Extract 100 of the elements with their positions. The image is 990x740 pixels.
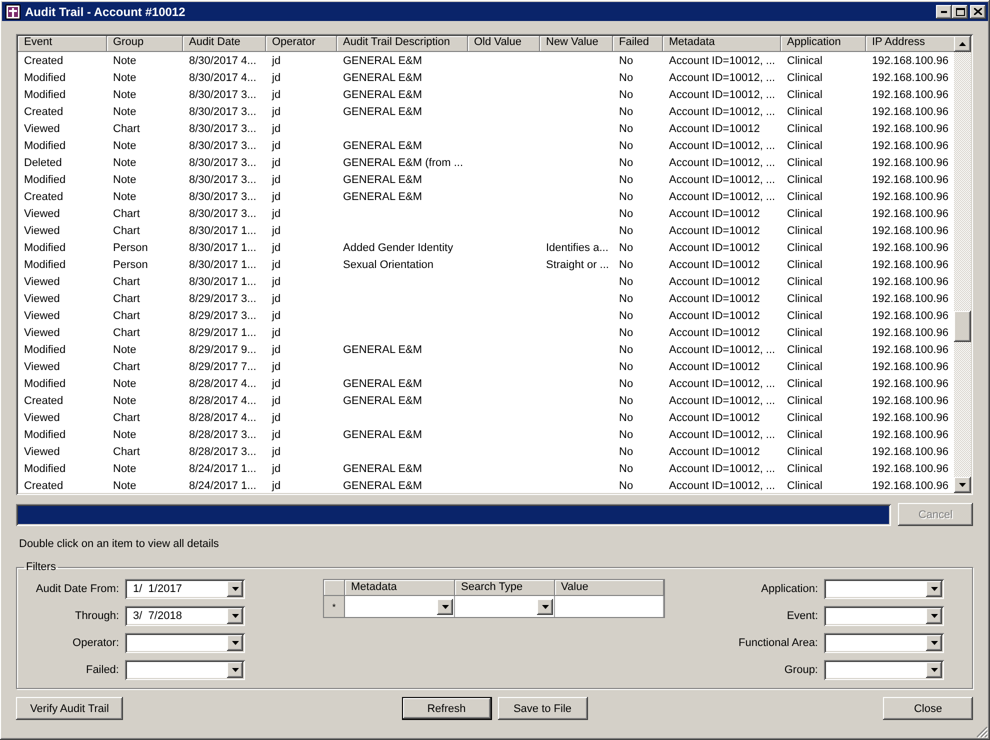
table-cell-text: 192.168.100.96 (871, 480, 948, 492)
table-cell-text: GENERAL E&M (342, 72, 422, 84)
table-cell-text: Chart (112, 122, 140, 134)
dropdown-field[interactable]: 1/ 1/2017 (125, 579, 245, 599)
table-cell-text: Account ID=10012, ... (668, 378, 776, 390)
table-cell-text: Chart (112, 292, 140, 304)
action-button[interactable]: Verify Audit Trail (16, 697, 123, 720)
table-cell-text: 192.168.100.96 (871, 446, 948, 458)
field-label: Application: (761, 583, 818, 595)
column-header[interactable]: IP Address (866, 36, 954, 52)
table-cell-text: Account ID=10012 (668, 224, 760, 236)
column-header[interactable]: Application (781, 36, 866, 52)
dropdown-field[interactable] (125, 660, 245, 680)
dropdown-button[interactable] (437, 598, 453, 614)
table-cell-text: No (618, 224, 634, 236)
dropdown-field[interactable] (824, 606, 944, 626)
dropdown-field[interactable] (824, 633, 944, 653)
table-cell-text: jd (270, 394, 281, 406)
table-cell-text: Modified (23, 140, 66, 152)
table-cell-text: Chart (112, 276, 140, 288)
dropdown-field[interactable] (824, 660, 944, 680)
column-header[interactable]: New Value (540, 36, 613, 52)
table-cell-text: Account ID=10012 (668, 310, 760, 322)
table-cell-text: Sexual Orientation (342, 258, 434, 270)
table-cell-text: Clinical (786, 242, 822, 254)
table-cell-text: No (618, 140, 634, 152)
table-cell-text: GENERAL E&M (from ... (342, 156, 464, 168)
table-cell-text: jd (270, 224, 281, 236)
column-header[interactable]: Operator (266, 36, 337, 52)
table-cell-text: 8/30/2017 3... (188, 156, 256, 168)
table-cell-text: 192.168.100.96 (871, 156, 948, 168)
dropdown-field[interactable] (125, 633, 245, 653)
column-header[interactable]: Audit Date (183, 36, 266, 52)
table-cell-text: Modified (23, 428, 66, 440)
table-cell-text: jd (270, 446, 281, 458)
table-cell-text: Account ID=10012 (668, 326, 760, 338)
column-header[interactable]: Group (107, 36, 183, 52)
cross-icon (5, 4, 21, 20)
action-button[interactable]: Refresh (402, 697, 492, 720)
column-header[interactable]: Old Value (468, 36, 540, 52)
table-cell-text: 192.168.100.96 (871, 88, 948, 100)
new-row-marker: * (324, 596, 345, 617)
table-cell-text: jd (270, 106, 281, 118)
table-cell-text: Clinical (786, 72, 822, 84)
minimize-icon (941, 10, 947, 12)
table-cell-text: Identifies a... (545, 242, 608, 254)
scroll-up-button[interactable] (954, 36, 971, 52)
table-cell-text: Viewed (23, 224, 60, 236)
table-cell-text: 192.168.100.96 (871, 208, 948, 220)
field-label: Event: (786, 610, 818, 622)
action-button[interactable]: Save to File (498, 697, 588, 720)
dropdown-field[interactable] (824, 579, 944, 599)
table-cell-text: 192.168.100.96 (871, 344, 948, 356)
minimize-button[interactable] (936, 4, 952, 18)
table-cell-text: GENERAL E&M (342, 428, 422, 440)
column-header[interactable]: Metadata (663, 36, 781, 52)
table-cell-text: Deleted (23, 156, 62, 168)
table-cell-text: Viewed (23, 412, 60, 424)
table-cell-text: Account ID=10012, ... (668, 174, 776, 186)
table-cell-text: 8/30/2017 3... (188, 106, 256, 118)
table-cell-text: 8/29/2017 3... (188, 292, 256, 304)
table-cell-text: 8/28/2017 4... (188, 394, 256, 406)
table-cell-text: Account ID=10012, ... (668, 428, 776, 440)
table-cell-text: 192.168.100.96 (871, 310, 948, 322)
table-cell-text: GENERAL E&M (342, 344, 422, 356)
scrollbar-thumb[interactable] (954, 311, 971, 342)
caret-icon (542, 604, 548, 608)
table-cell-text: GENERAL E&M (342, 480, 422, 492)
table-cell-text: Created (23, 394, 64, 406)
table-cell-text: Account ID=10012, ... (668, 88, 776, 100)
dropdown-button[interactable] (537, 598, 553, 614)
table-cell-text: Person (112, 258, 148, 270)
column-header[interactable]: Value (555, 580, 664, 596)
scroll-down-button[interactable] (954, 477, 971, 493)
caret-icon (232, 641, 238, 645)
column-header[interactable]: Search Type (455, 580, 555, 596)
column-header[interactable]: Audit Trail Description (337, 36, 468, 52)
table-cell-text: jd (270, 412, 281, 424)
field-label: Audit Date From: (36, 583, 119, 595)
table-cell-text: 192.168.100.96 (871, 462, 948, 474)
table-cell-text: Account ID=10012 (668, 242, 760, 254)
resize-grip-icon[interactable] (976, 726, 988, 738)
table-cell-text: No (618, 276, 634, 288)
table-cell-text: Chart (112, 326, 140, 338)
caret-icon (232, 614, 238, 618)
dropdown-field[interactable]: 3/ 7/2018 (125, 606, 245, 626)
maximize-button[interactable] (952, 4, 968, 18)
close-button[interactable] (970, 4, 986, 18)
table-cell-text: Note (112, 174, 136, 186)
column-header[interactable]: Metadata (345, 580, 455, 596)
table-cell-text: No (618, 156, 634, 168)
table-cell-text: Modified (23, 174, 66, 186)
table-cell-text: Clinical (786, 480, 822, 492)
column-header[interactable]: Event (18, 36, 107, 52)
table-cell-text: Note (112, 378, 136, 390)
action-button[interactable]: Close (883, 697, 973, 720)
table-cell-text: Viewed (23, 310, 60, 322)
table-cell-text: 8/28/2017 4... (188, 378, 256, 390)
column-header[interactable]: Failed (613, 36, 663, 52)
table-cell-text: Clinical (786, 446, 822, 458)
